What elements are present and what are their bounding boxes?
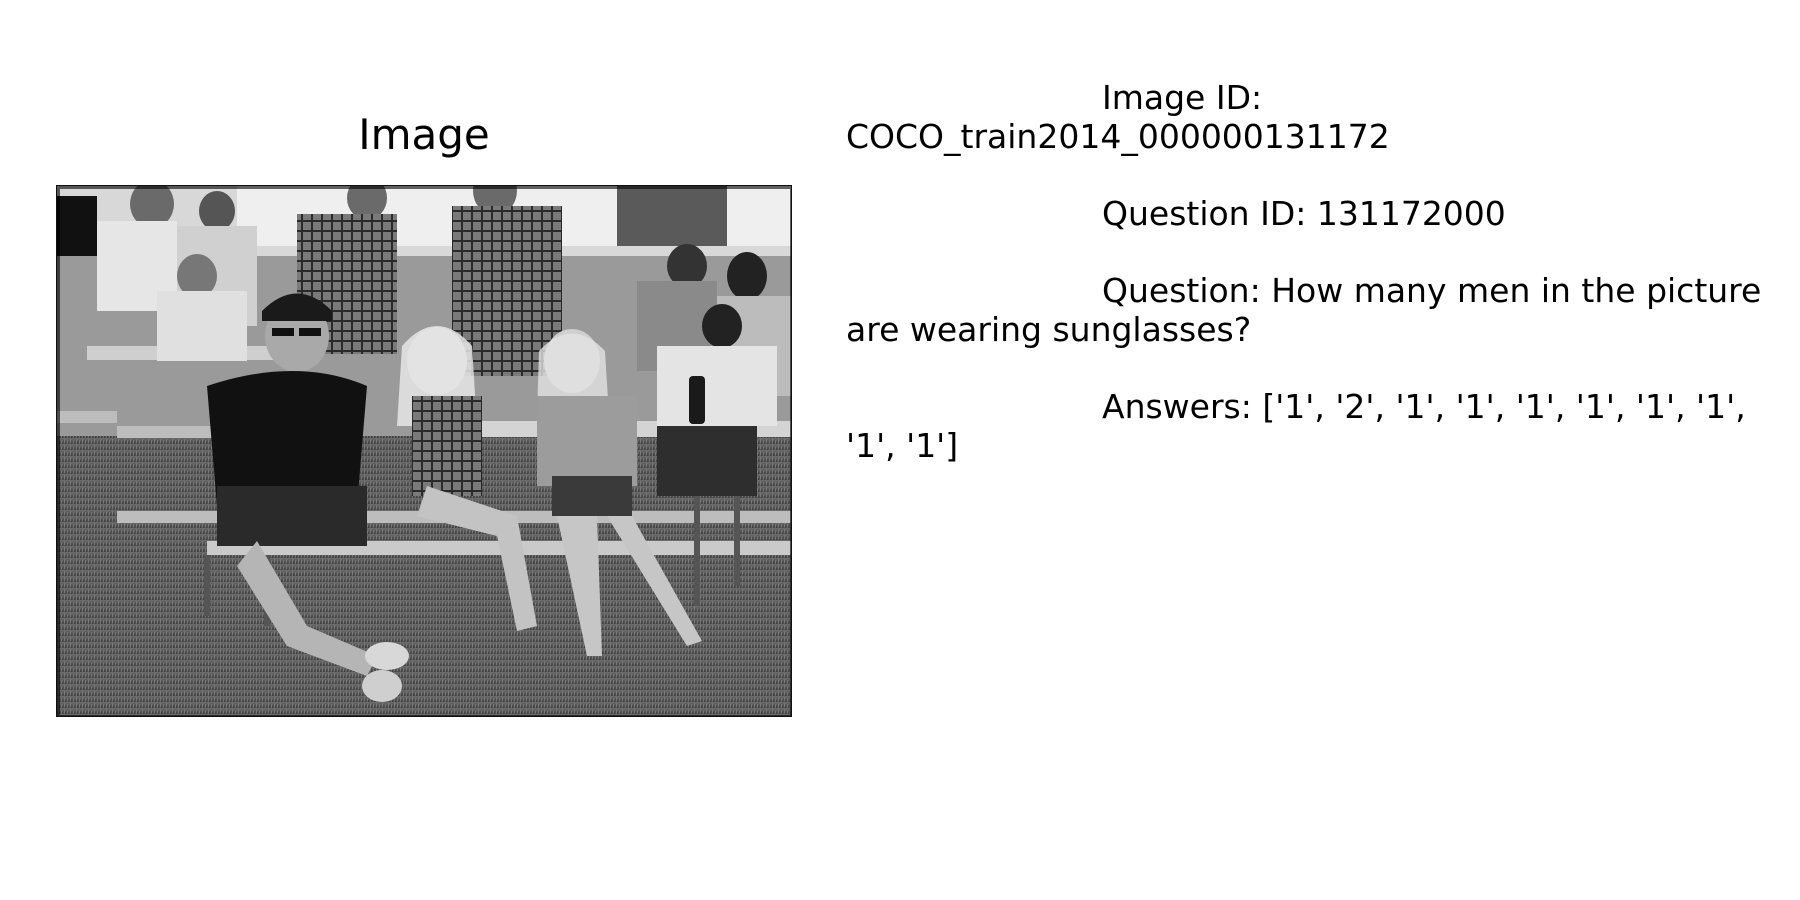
question-id-text: Question ID: 131172000 — [1102, 194, 1506, 233]
question-details: Image ID: COCO_train2014_000000131172 Qu… — [846, 78, 1776, 503]
image-panel-title: Image — [358, 110, 490, 159]
answers-text: Answers: ['1', '2', '1', '1', '1', '1', … — [846, 387, 1757, 465]
image-id-text: Image ID: COCO_train2014_000000131172 — [846, 78, 1390, 156]
photo — [56, 185, 792, 717]
question-text: Question: How many men in the picture ar… — [846, 271, 1772, 349]
